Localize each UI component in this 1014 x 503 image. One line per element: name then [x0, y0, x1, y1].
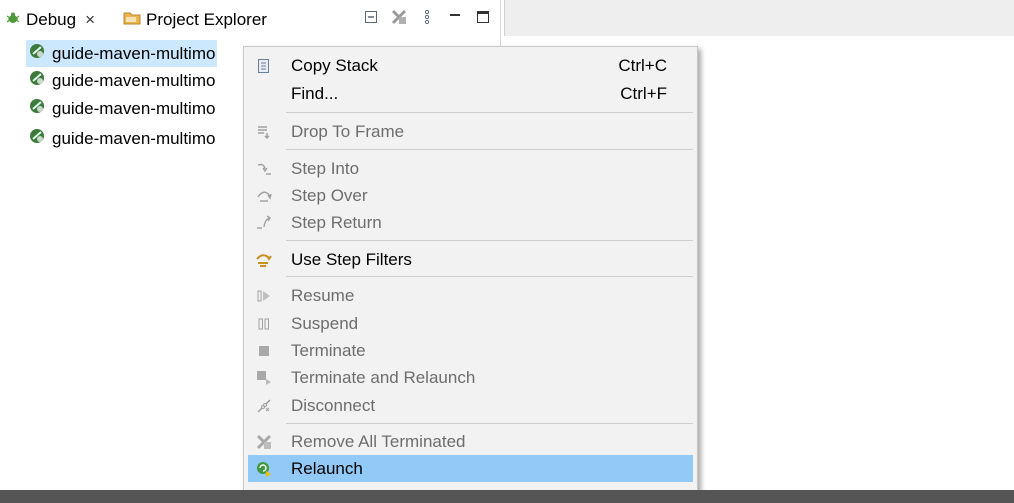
bottom-bar [0, 490, 1014, 503]
context-menu: Copy Stack Ctrl+C Find... Ctrl+F Drop To… [243, 46, 698, 498]
launch-icon [28, 69, 46, 92]
menu-item-label: Suspend [291, 313, 359, 333]
minimize-icon[interactable] [446, 8, 464, 26]
menu-item-label: Find... [291, 83, 339, 103]
remove-all-terminated-icon [254, 432, 274, 452]
tree-item-label: guide-maven-multimo [52, 43, 216, 63]
menu-item-terminate-and-relaunch[interactable]: Terminate and Relaunch [248, 364, 693, 391]
menu-item-relaunch[interactable]: Relaunch [248, 455, 693, 482]
menu-item-step-into[interactable]: Step Into [248, 155, 693, 182]
view-tab-bar: Debug × Project Explorer [0, 0, 500, 38]
menu-item-step-return[interactable]: Step Return [248, 209, 693, 236]
menu-item-label: Resume [291, 285, 355, 305]
view-menu-icon[interactable] [418, 8, 436, 26]
launch-icon [28, 127, 46, 150]
menu-item-copy-stack[interactable]: Copy Stack Ctrl+C [248, 52, 693, 79]
tree-item-label: guide-maven-multimo [52, 98, 216, 118]
menu-item-label: Relaunch [291, 458, 363, 478]
menu-separator [286, 149, 693, 150]
menu-item-suspend[interactable]: Suspend [248, 310, 693, 337]
menu-item-label: Use Step Filters [291, 249, 412, 269]
tree-item[interactable]: guide-maven-multimo [28, 67, 215, 94]
menu-item-shortcut: Ctrl+C [618, 55, 667, 75]
menu-separator [286, 423, 693, 424]
tab-close-icon[interactable]: × [85, 10, 95, 30]
tab-project-explorer[interactable]: Project Explorer [123, 6, 267, 34]
collapse-all-icon[interactable] [362, 8, 380, 26]
relaunch-icon [254, 459, 274, 479]
resume-icon [254, 286, 274, 306]
menu-item-label: Remove All Terminated [291, 431, 466, 451]
tree-item[interactable]: guide-maven-multimo [25, 40, 218, 67]
menu-item-disconnect[interactable]: Disconnect [248, 392, 693, 419]
copy-icon [254, 56, 274, 76]
launch-icon [28, 97, 46, 120]
debug-bug-icon [5, 10, 21, 31]
menu-item-shortcut: Ctrl+F [620, 83, 667, 103]
step-filters-icon [254, 250, 274, 270]
menu-item-label: Step Into [291, 158, 360, 178]
editor-area-header [504, 0, 1014, 36]
menu-item-drop-to-frame[interactable]: Drop To Frame [248, 118, 693, 145]
launch-icon [28, 42, 46, 65]
menu-item-resume[interactable]: Resume [248, 282, 693, 309]
menu-item-label: Copy Stack [291, 55, 378, 75]
menu-separator [286, 112, 693, 113]
tree-item[interactable]: guide-maven-multimo [28, 95, 215, 122]
menu-item-remove-all-terminated[interactable]: Remove All Terminated [248, 428, 693, 455]
menu-item-terminate[interactable]: Terminate [248, 337, 693, 364]
view-toolbar [362, 8, 492, 26]
menu-item-label: Step Return [291, 212, 382, 232]
tab-debug-label: Debug [26, 10, 77, 29]
tree-item[interactable]: guide-maven-multimo [28, 125, 215, 152]
menu-item-label: Drop To Frame [291, 121, 405, 141]
maximize-icon[interactable] [474, 8, 492, 26]
tab-project-explorer-label: Project Explorer [146, 10, 267, 29]
step-into-icon [254, 159, 274, 179]
menu-item-label: Terminate [291, 340, 366, 360]
tree-item-label: guide-maven-multimo [52, 128, 216, 148]
menu-separator [286, 276, 693, 277]
tab-debug[interactable]: Debug × [5, 6, 95, 34]
menu-item-find[interactable]: Find... Ctrl+F [248, 80, 693, 107]
menu-item-use-step-filters[interactable]: Use Step Filters [248, 246, 693, 273]
remove-terminated-icon[interactable] [390, 8, 408, 26]
folder-icon [123, 10, 141, 31]
terminate-icon [254, 341, 274, 361]
menu-item-label: Disconnect [291, 395, 376, 415]
suspend-icon [254, 314, 274, 334]
tree-item-label: guide-maven-multimo [52, 70, 216, 90]
menu-item-label: Step Over [291, 185, 368, 205]
disconnect-icon [254, 396, 274, 416]
menu-separator [286, 240, 693, 241]
menu-item-label: Terminate and Relaunch [291, 367, 476, 387]
terminate-relaunch-icon [254, 368, 274, 388]
drop-frame-icon [254, 122, 274, 142]
step-return-icon [254, 213, 274, 233]
menu-item-step-over[interactable]: Step Over [248, 182, 693, 209]
step-over-icon [254, 186, 274, 206]
